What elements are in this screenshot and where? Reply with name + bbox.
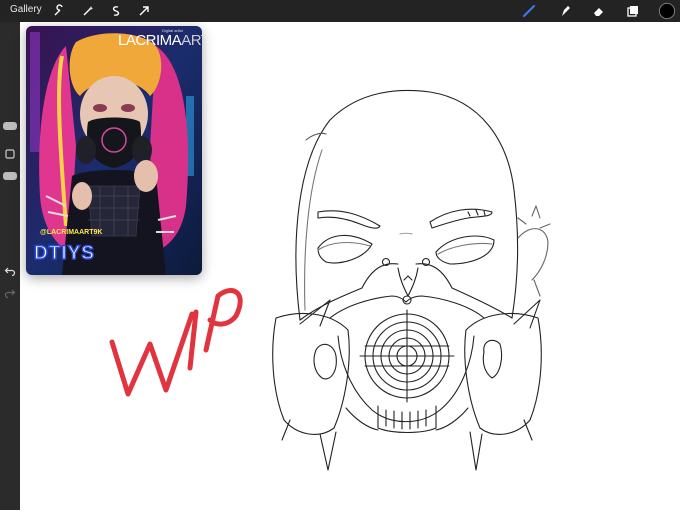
brand-logo: LACRIMAART [118, 32, 202, 49]
selection-icon[interactable] [107, 2, 125, 20]
brand-tagline: Digital artist [162, 28, 183, 33]
eraser-icon[interactable] [590, 2, 608, 20]
dtiys-title: DTIYS [33, 242, 95, 265]
top-toolbar: Gallery [0, 0, 680, 22]
magic-wand-icon[interactable] [79, 2, 97, 20]
smudge-icon[interactable] [556, 2, 574, 20]
transform-arrow-icon[interactable] [135, 2, 153, 20]
opacity-slider[interactable] [3, 172, 17, 180]
artist-handle: @LACRIMAART9K [40, 229, 103, 236]
layers-icon[interactable] [624, 2, 642, 20]
reference-image-card[interactable]: LACRIMAART Digital artist @LACRIMAART9K … [26, 26, 202, 275]
redo-icon[interactable] [4, 284, 16, 299]
wrench-icon[interactable] [50, 2, 68, 20]
color-swatch-icon[interactable] [657, 1, 677, 21]
modify-button[interactable] [4, 145, 16, 159]
gallery-button[interactable]: Gallery [10, 4, 42, 15]
left-sidebar [0, 22, 20, 510]
brush-size-slider[interactable] [3, 122, 17, 130]
undo-icon[interactable] [4, 262, 16, 277]
wip-annotation [109, 288, 243, 397]
brush-icon[interactable] [520, 2, 538, 20]
reference-artwork [26, 26, 202, 275]
